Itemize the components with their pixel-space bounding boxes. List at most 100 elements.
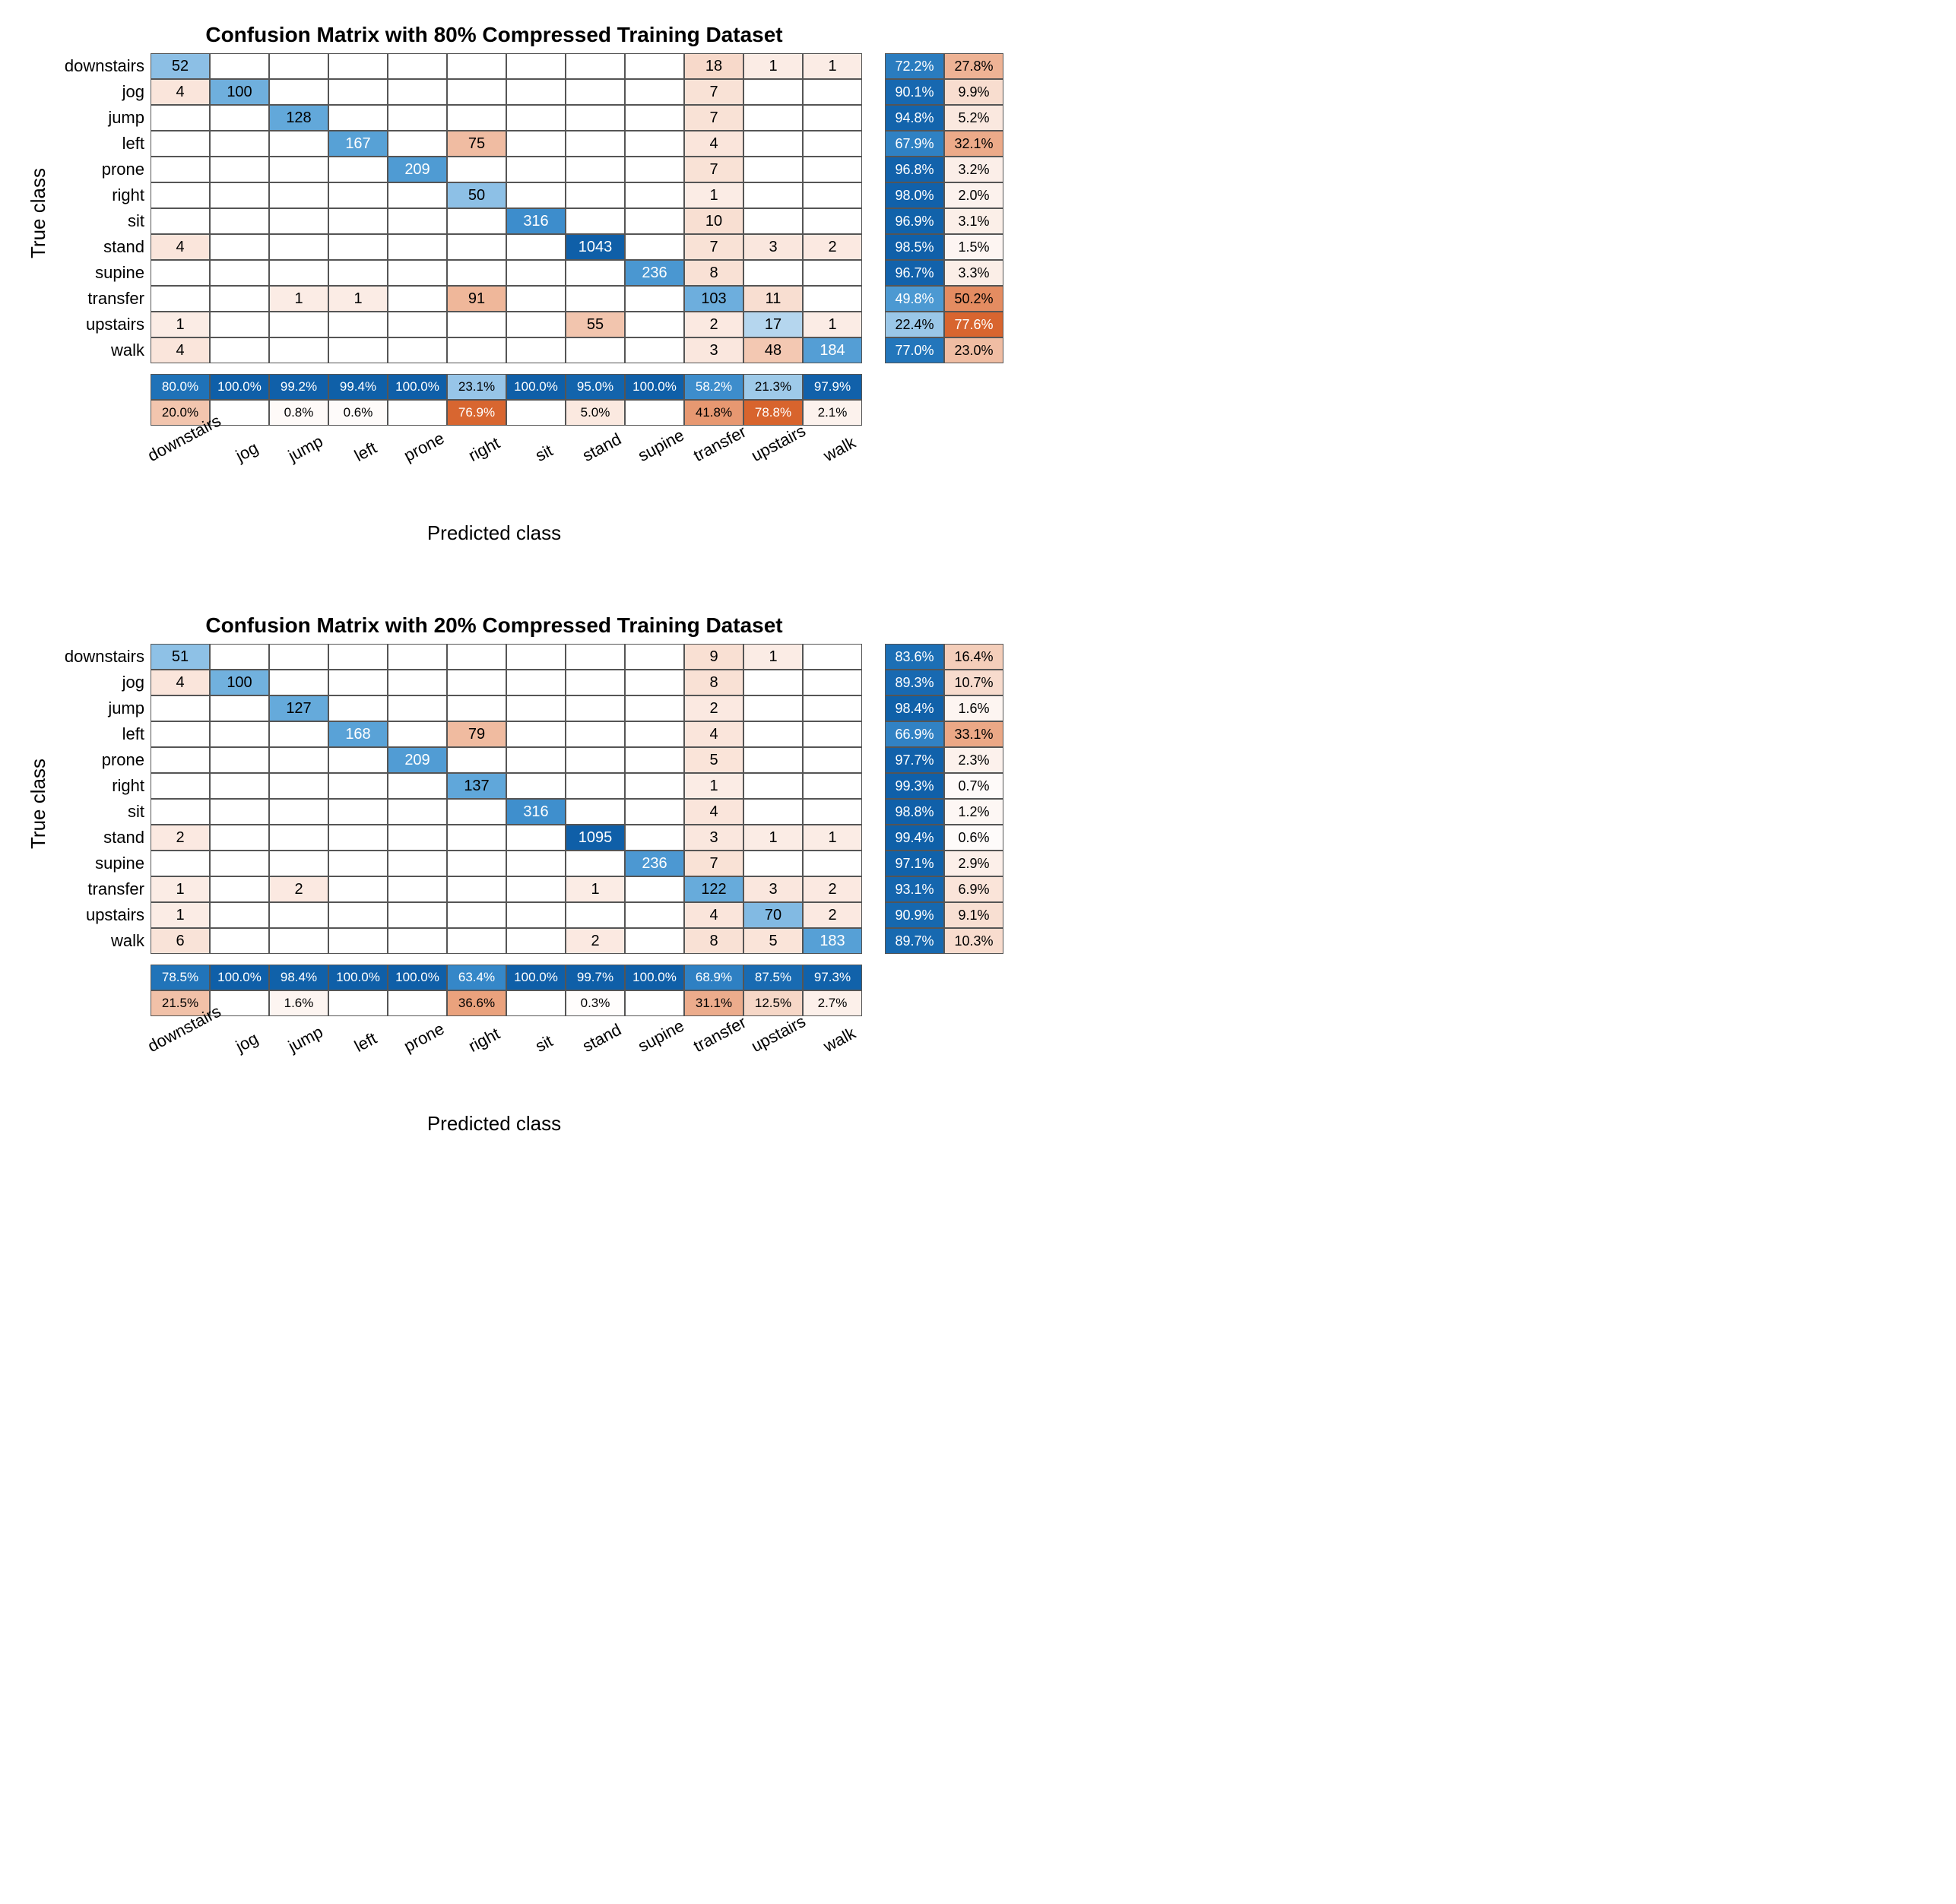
matrix-cell: [803, 799, 862, 825]
matrix-cell: [388, 928, 447, 954]
recall-error-cell: 1.5%: [944, 234, 1003, 260]
matrix-cell: 1095: [566, 825, 625, 851]
matrix-cell: 1: [803, 312, 862, 337]
matrix-cell: [506, 876, 566, 902]
matrix-cell: [151, 799, 210, 825]
matrix-cell: [210, 851, 269, 876]
matrix-cell: [743, 79, 803, 105]
column-label: left: [328, 1021, 388, 1082]
matrix-cell: [269, 208, 328, 234]
recall-error-cell: 0.7%: [944, 773, 1003, 799]
matrix-cell: [210, 644, 269, 670]
matrix-cell: 18: [684, 53, 743, 79]
column-label: right: [447, 430, 506, 491]
precision-cell: 100.0%: [506, 374, 566, 400]
matrix-cell: 52: [151, 53, 210, 79]
matrix-cell: 236: [625, 260, 684, 286]
precision-error-cell: 41.8%: [684, 400, 743, 426]
matrix-cell: [625, 105, 684, 131]
recall-error-cell: 9.1%: [944, 902, 1003, 928]
recall-cell: 90.9%: [885, 902, 944, 928]
matrix-cell: [803, 79, 862, 105]
matrix-cell: 75: [447, 131, 506, 157]
matrix-cell: [447, 79, 506, 105]
precision-error-cell: 31.1%: [684, 990, 743, 1016]
precision-error-cell: 36.6%: [447, 990, 506, 1016]
recall-error-cell: 0.6%: [944, 825, 1003, 851]
matrix-cell: 4: [684, 799, 743, 825]
matrix-cell: [328, 157, 388, 182]
matrix-cell: [506, 773, 566, 799]
column-label: right: [447, 1021, 506, 1082]
matrix-cell: [625, 182, 684, 208]
matrix-cell: [388, 851, 447, 876]
recall-cell: 97.1%: [885, 851, 944, 876]
matrix-cell: [328, 53, 388, 79]
matrix-cell: 11: [743, 286, 803, 312]
column-label: walk: [803, 430, 862, 491]
recall-cell: 96.8%: [885, 157, 944, 182]
matrix-cell: 209: [388, 157, 447, 182]
matrix-cell: [328, 773, 388, 799]
column-label: downstairs: [151, 430, 210, 491]
confusion-matrix-1: Confusion Matrix with 20% Compressed Tra…: [23, 613, 1933, 1136]
matrix-cell: [210, 182, 269, 208]
matrix-cell: [388, 79, 447, 105]
matrix-cell: [388, 721, 447, 747]
chart-title: Confusion Matrix with 20% Compressed Tra…: [129, 613, 859, 638]
matrix-cell: 2: [566, 928, 625, 954]
recall-error-cell: 2.9%: [944, 851, 1003, 876]
matrix-cell: [566, 157, 625, 182]
precision-error-cell: [625, 990, 684, 1016]
matrix-cell: [625, 695, 684, 721]
row-label: right: [53, 182, 151, 208]
matrix-cell: [269, 79, 328, 105]
recall-error-cell: 6.9%: [944, 876, 1003, 902]
matrix-cell: [447, 902, 506, 928]
matrix-cell: 1: [803, 825, 862, 851]
matrix-cell: [447, 105, 506, 131]
matrix-cell: 4: [684, 721, 743, 747]
x-axis-label: Predicted class: [129, 521, 859, 545]
precision-error-cell: 12.5%: [743, 990, 803, 1016]
precision-error-cell: [388, 400, 447, 426]
matrix-cell: 5: [743, 928, 803, 954]
precision-cell: 80.0%: [151, 374, 210, 400]
matrix-cell: 1: [151, 902, 210, 928]
matrix-cell: [151, 157, 210, 182]
recall-cell: 89.3%: [885, 670, 944, 695]
matrix-cell: [803, 286, 862, 312]
matrix-cell: [151, 773, 210, 799]
matrix-cell: [388, 131, 447, 157]
matrix-cell: 70: [743, 902, 803, 928]
column-label: prone: [388, 430, 447, 491]
recall-error-cell: 5.2%: [944, 105, 1003, 131]
chart-title: Confusion Matrix with 80% Compressed Tra…: [129, 23, 859, 47]
matrix-cell: [269, 799, 328, 825]
matrix-cell: [388, 825, 447, 851]
matrix-cell: 8: [684, 260, 743, 286]
column-label: jog: [210, 1021, 269, 1082]
matrix-cell: [803, 773, 862, 799]
matrix-cell: [210, 131, 269, 157]
row-label: jump: [53, 695, 151, 721]
matrix-cell: [625, 131, 684, 157]
matrix-cell: 184: [803, 337, 862, 363]
matrix-cell: 4: [151, 79, 210, 105]
matrix-cell: [210, 105, 269, 131]
matrix-cell: 3: [743, 876, 803, 902]
matrix-cell: [743, 670, 803, 695]
recall-cell: 99.4%: [885, 825, 944, 851]
matrix-cell: 2: [803, 876, 862, 902]
recall-error-cell: 3.2%: [944, 157, 1003, 182]
matrix-cell: [210, 928, 269, 954]
matrix-cell: [151, 695, 210, 721]
matrix-cell: 55: [566, 312, 625, 337]
matrix-cell: 7: [684, 105, 743, 131]
matrix-cell: 51: [151, 644, 210, 670]
recall-cell: 98.4%: [885, 695, 944, 721]
matrix-cell: [328, 747, 388, 773]
matrix-cell: 100: [210, 670, 269, 695]
matrix-cell: [625, 928, 684, 954]
matrix-cell: [210, 825, 269, 851]
